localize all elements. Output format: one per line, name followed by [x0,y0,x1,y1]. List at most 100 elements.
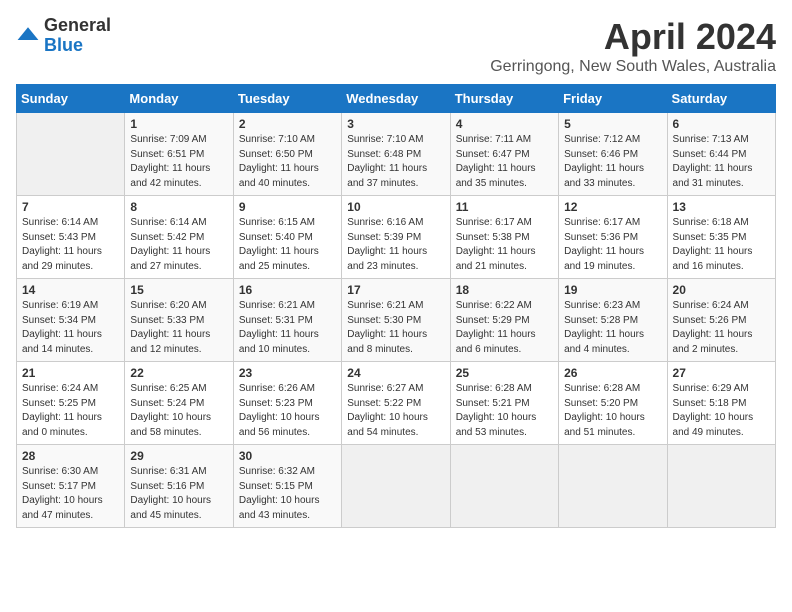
calendar-cell: 17 Sunrise: 6:21 AM Sunset: 5:30 PM Dayli… [342,279,450,362]
cell-info: Sunrise: 6:22 AM Sunset: 5:29 PM Dayligh… [456,299,553,357]
week-row-5: 28 Sunrise: 6:30 AM Sunset: 5:17 PM Dayli… [17,445,776,528]
calendar-cell: 10 Sunrise: 6:16 AM Sunset: 5:39 PM Dayli… [342,196,450,279]
cell-info: Sunrise: 6:21 AM Sunset: 5:30 PM Dayligh… [347,299,444,357]
cell-info: Sunrise: 6:24 AM Sunset: 5:26 PM Dayligh… [673,299,770,357]
cell-info: Sunrise: 7:09 AM Sunset: 6:51 PM Dayligh… [130,133,227,191]
calendar-table: SundayMondayTuesdayWednesdayThursdayFrid… [16,84,776,528]
calendar-cell: 2 Sunrise: 7:10 AM Sunset: 6:50 PM Daylig… [233,113,341,196]
calendar-cell: 29 Sunrise: 6:31 AM Sunset: 5:16 PM Dayli… [125,445,233,528]
cell-info: Sunrise: 6:14 AM Sunset: 5:42 PM Dayligh… [130,216,227,274]
header-cell-friday: Friday [559,85,667,113]
calendar-cell: 5 Sunrise: 7:12 AM Sunset: 6:46 PM Daylig… [559,113,667,196]
calendar-cell: 23Sunrise: 6:26 AM Sunset: 5:23 PM Dayli… [233,362,341,445]
header-row: SundayMondayTuesdayWednesdayThursdayFrid… [17,85,776,113]
cell-info: Sunrise: 7:10 AM Sunset: 6:48 PM Dayligh… [347,133,444,191]
calendar-cell: 25 Sunrise: 6:28 AM Sunset: 5:21 PM Dayli… [450,362,558,445]
calendar-cell: 27 Sunrise: 6:29 AM Sunset: 5:18 PM Dayli… [667,362,775,445]
day-number: 6 [673,117,770,131]
location-subtitle: Gerringong, New South Wales, Australia [490,58,776,76]
logo: General Blue [16,16,111,56]
calendar-cell: 28 Sunrise: 6:30 AM Sunset: 5:17 PM Dayli… [17,445,125,528]
header-cell-wednesday: Wednesday [342,85,450,113]
calendar-cell: 20 Sunrise: 6:24 AM Sunset: 5:26 PM Dayli… [667,279,775,362]
month-title: April 2024 [490,16,776,58]
day-number: 9 [239,200,336,214]
calendar-cell: 24 Sunrise: 6:27 AM Sunset: 5:22 PM Dayli… [342,362,450,445]
cell-info: Sunrise: 6:18 AM Sunset: 5:35 PM Dayligh… [673,216,770,274]
day-number: 5 [564,117,661,131]
calendar-cell: 1Sunrise: 7:09 AM Sunset: 6:51 PM Daylig… [125,113,233,196]
title-block: April 2024 Gerringong, New South Wales, … [490,16,776,76]
day-number: 10 [347,200,444,214]
header-cell-saturday: Saturday [667,85,775,113]
day-number: 3 [347,117,444,131]
day-number: 29 [130,449,227,463]
day-number: 28 [22,449,119,463]
day-number: 22 [130,366,227,380]
calendar-cell: 13 Sunrise: 6:18 AM Sunset: 5:35 PM Dayli… [667,196,775,279]
cell-info: Sunrise: 6:32 AM Sunset: 5:15 PM Dayligh… [239,465,336,523]
day-number: 12 [564,200,661,214]
cell-info: Sunrise: 6:15 AM Sunset: 5:40 PM Dayligh… [239,216,336,274]
cell-info: Sunrise: 6:24 AM Sunset: 5:25 PM Dayligh… [22,382,119,440]
day-number: 18 [456,283,553,297]
header-cell-thursday: Thursday [450,85,558,113]
calendar-cell [17,113,125,196]
day-number: 17 [347,283,444,297]
calendar-cell: 16Sunrise: 6:21 AM Sunset: 5:31 PM Dayli… [233,279,341,362]
calendar-cell: 6 Sunrise: 7:13 AM Sunset: 6:44 PM Daylig… [667,113,775,196]
calendar-cell: 14 Sunrise: 6:19 AM Sunset: 5:34 PM Dayli… [17,279,125,362]
cell-info: Sunrise: 6:16 AM Sunset: 5:39 PM Dayligh… [347,216,444,274]
day-number: 25 [456,366,553,380]
logo-text: General Blue [44,16,111,56]
calendar-cell: 26 Sunrise: 6:28 AM Sunset: 5:20 PM Dayli… [559,362,667,445]
week-row-2: 7 Sunrise: 6:14 AM Sunset: 5:43 PM Daylig… [17,196,776,279]
cell-info: Sunrise: 6:29 AM Sunset: 5:18 PM Dayligh… [673,382,770,440]
calendar-cell: 3 Sunrise: 7:10 AM Sunset: 6:48 PM Daylig… [342,113,450,196]
calendar-cell: 15 Sunrise: 6:20 AM Sunset: 5:33 PM Dayli… [125,279,233,362]
calendar-cell [342,445,450,528]
cell-info: Sunrise: 6:27 AM Sunset: 5:22 PM Dayligh… [347,382,444,440]
week-row-3: 14 Sunrise: 6:19 AM Sunset: 5:34 PM Dayli… [17,279,776,362]
calendar-cell [667,445,775,528]
cell-info: Sunrise: 6:31 AM Sunset: 5:16 PM Dayligh… [130,465,227,523]
cell-info: Sunrise: 6:14 AM Sunset: 5:43 PM Dayligh… [22,216,119,274]
cell-info: Sunrise: 7:13 AM Sunset: 6:44 PM Dayligh… [673,133,770,191]
cell-info: Sunrise: 7:10 AM Sunset: 6:50 PM Dayligh… [239,133,336,191]
day-number: 13 [673,200,770,214]
calendar-cell [450,445,558,528]
cell-info: Sunrise: 6:28 AM Sunset: 5:21 PM Dayligh… [456,382,553,440]
calendar-cell: 18 Sunrise: 6:22 AM Sunset: 5:29 PM Dayli… [450,279,558,362]
day-number: 27 [673,366,770,380]
day-number: 15 [130,283,227,297]
cell-info: Sunrise: 6:19 AM Sunset: 5:34 PM Dayligh… [22,299,119,357]
calendar-cell: 11Sunrise: 6:17 AM Sunset: 5:38 PM Dayli… [450,196,558,279]
cell-info: Sunrise: 6:26 AM Sunset: 5:23 PM Dayligh… [239,382,336,440]
day-number: 11 [456,200,553,214]
day-number: 7 [22,200,119,214]
day-number: 30 [239,449,336,463]
day-number: 24 [347,366,444,380]
cell-info: Sunrise: 6:28 AM Sunset: 5:20 PM Dayligh… [564,382,661,440]
calendar-cell [559,445,667,528]
day-number: 14 [22,283,119,297]
logo-icon [16,24,40,48]
cell-info: Sunrise: 6:20 AM Sunset: 5:33 PM Dayligh… [130,299,227,357]
day-number: 2 [239,117,336,131]
cell-info: Sunrise: 7:11 AM Sunset: 6:47 PM Dayligh… [456,133,553,191]
calendar-cell: 30 Sunrise: 6:32 AM Sunset: 5:15 PM Dayli… [233,445,341,528]
calendar-cell: 8Sunrise: 6:14 AM Sunset: 5:42 PM Daylig… [125,196,233,279]
calendar-cell: 12 Sunrise: 6:17 AM Sunset: 5:36 PM Dayli… [559,196,667,279]
cell-info: Sunrise: 6:17 AM Sunset: 5:36 PM Dayligh… [564,216,661,274]
calendar-cell: 19Sunrise: 6:23 AM Sunset: 5:28 PM Dayli… [559,279,667,362]
cell-info: Sunrise: 6:23 AM Sunset: 5:28 PM Dayligh… [564,299,661,357]
day-number: 21 [22,366,119,380]
day-number: 20 [673,283,770,297]
day-number: 26 [564,366,661,380]
calendar-cell: 4Sunrise: 7:11 AM Sunset: 6:47 PM Daylig… [450,113,558,196]
calendar-cell: 7 Sunrise: 6:14 AM Sunset: 5:43 PM Daylig… [17,196,125,279]
cell-info: Sunrise: 7:12 AM Sunset: 6:46 PM Dayligh… [564,133,661,191]
cell-info: Sunrise: 6:30 AM Sunset: 5:17 PM Dayligh… [22,465,119,523]
header-cell-tuesday: Tuesday [233,85,341,113]
cell-info: Sunrise: 6:21 AM Sunset: 5:31 PM Dayligh… [239,299,336,357]
